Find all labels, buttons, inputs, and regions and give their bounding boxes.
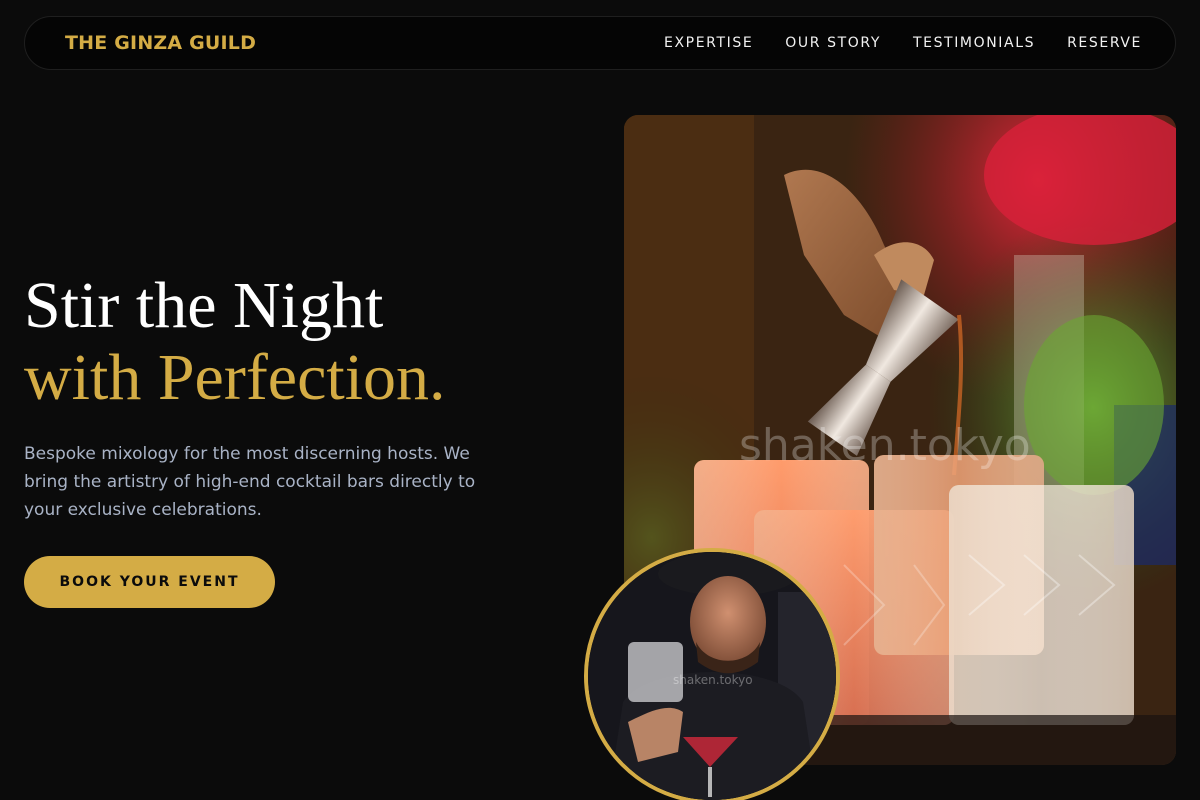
main-photo-watermark: shaken.tokyo	[739, 420, 1031, 471]
top-navbar: THE GINZA GUILD EXPERTISE OUR STORY TEST…	[24, 16, 1176, 70]
bartender-portrait-inset: shaken.tokyo	[584, 548, 840, 800]
nav-link-testimonials[interactable]: TESTIMONIALS	[913, 35, 1035, 51]
landing-page: THE GINZA GUILD EXPERTISE OUR STORY TEST…	[0, 0, 1200, 800]
nav-link-reserve[interactable]: RESERVE	[1067, 35, 1142, 51]
nav-link-our-story[interactable]: OUR STORY	[785, 35, 881, 51]
brand-logo[interactable]: THE GINZA GUILD	[65, 32, 256, 54]
hero-subtitle: Bespoke mixology for the most discerning…	[24, 444, 476, 520]
bartender-illustration: shaken.tokyo	[588, 552, 836, 800]
inset-photo-watermark: shaken.tokyo	[673, 673, 753, 687]
hero-title: Stir the Night with Perfection.	[24, 270, 584, 414]
nav-link-expertise[interactable]: EXPERTISE	[664, 35, 753, 51]
hero-title-line1: Stir the Night	[24, 269, 384, 342]
nav-links: EXPERTISE OUR STORY TESTIMONIALS RESERVE	[664, 35, 1142, 51]
book-event-button[interactable]: BOOK YOUR EVENT	[24, 556, 275, 608]
hero-title-line2: with Perfection.	[24, 341, 446, 414]
